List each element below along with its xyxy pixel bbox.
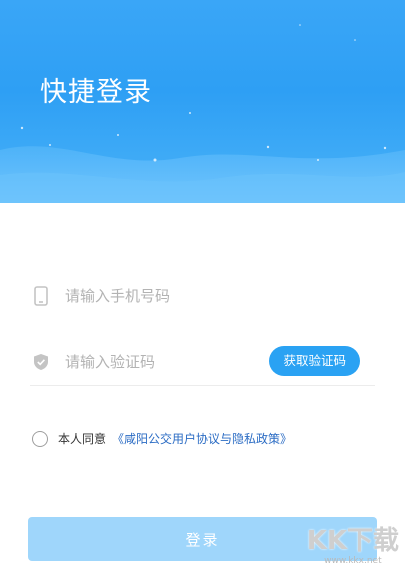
agree-text: 本人同意 bbox=[58, 432, 107, 446]
code-field: 获取验证码 bbox=[30, 338, 375, 386]
watermark-url: www.kkx.net bbox=[324, 556, 382, 566]
watermark: KK下载 www.kkx.net bbox=[307, 526, 399, 566]
get-code-button[interactable]: 获取验证码 bbox=[269, 346, 360, 376]
code-input[interactable] bbox=[65, 352, 265, 371]
agree-checkbox[interactable] bbox=[32, 430, 48, 447]
phone-field bbox=[30, 274, 375, 318]
phone-icon bbox=[30, 285, 52, 307]
shield-icon bbox=[30, 351, 52, 373]
page-title: 快捷登录 bbox=[40, 77, 152, 108]
agreement-row: 本人同意 《咸阳公交用户协议与隐私政策》 bbox=[32, 430, 292, 447]
login-page: 快捷登录 获取验证码 本人同意 《咸阳公交用户协议与隐私政策》 登录 KK下载 … bbox=[0, 0, 405, 570]
header-banner: 快捷登录 bbox=[0, 0, 405, 203]
phone-input[interactable] bbox=[65, 287, 265, 305]
watermark-logo: KK下载 bbox=[306, 526, 399, 556]
agreement-link[interactable]: 《咸阳公交用户协议与隐私政策》 bbox=[112, 430, 292, 447]
